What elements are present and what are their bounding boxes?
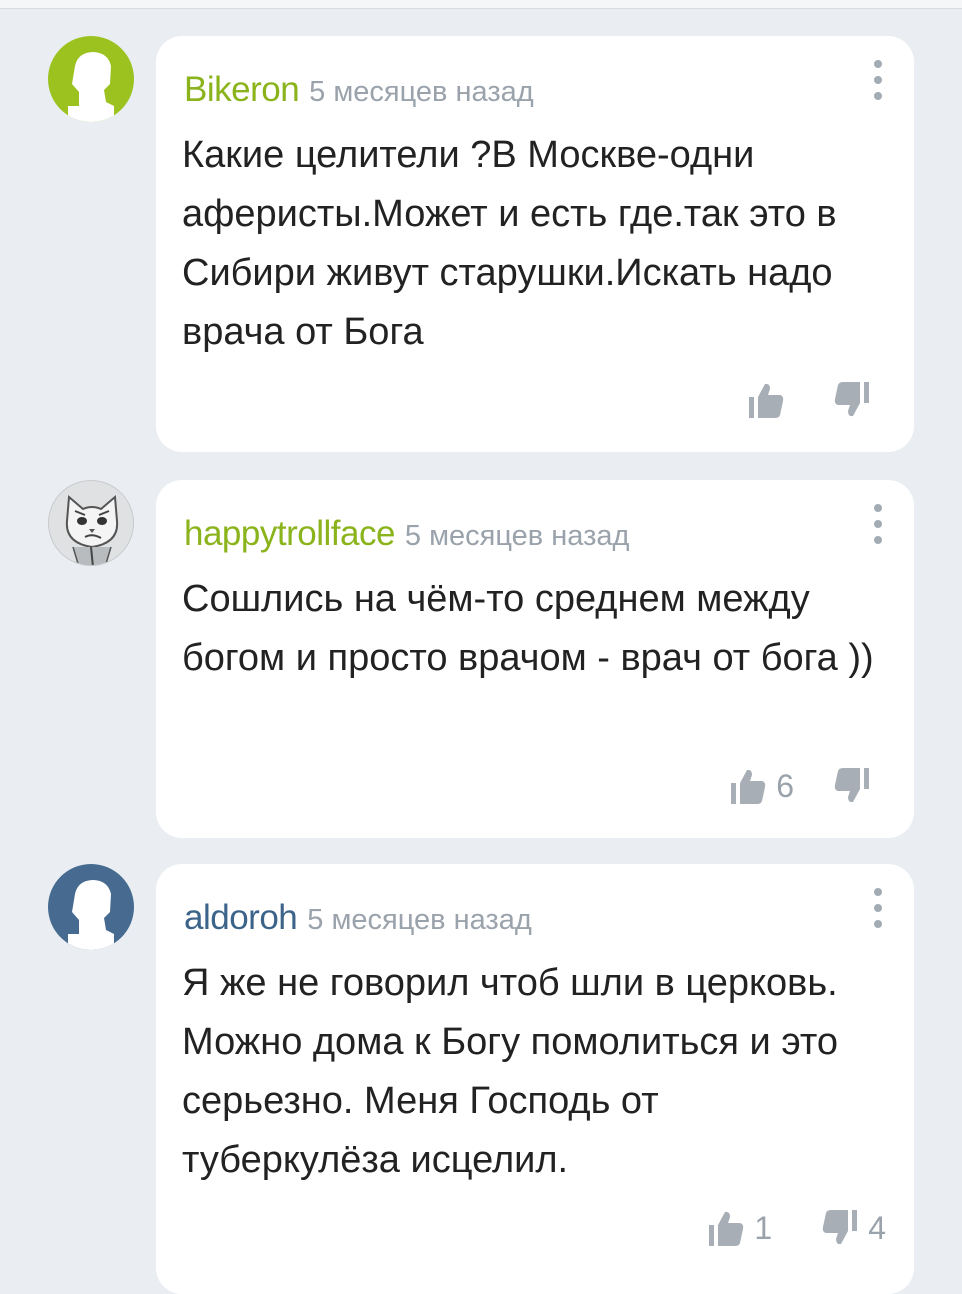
dislike-button[interactable] (832, 380, 880, 420)
like-button[interactable]: 6 (728, 766, 794, 806)
thumbs-up-icon (749, 383, 784, 418)
like-count: 1 (754, 1209, 773, 1246)
avatar[interactable] (48, 864, 134, 950)
comment-time: 5 месяцев назад (309, 76, 534, 108)
comment-text: Я же не говорил чтоб шли в церковь. Можн… (182, 962, 839, 1181)
dislike-button[interactable]: 4 (820, 1208, 886, 1248)
comment-time: 5 месяцев назад (404, 520, 630, 552)
like-count: 6 (776, 767, 794, 804)
comment-author[interactable]: Bikeron (184, 70, 300, 109)
comment-author[interactable]: aldoroh (184, 898, 298, 937)
thumbs-down-icon (834, 382, 869, 417)
user-silhouette-icon (68, 52, 114, 122)
cat-avatar-icon (65, 494, 119, 565)
dislike-button[interactable] (832, 766, 880, 806)
thumbs-down-icon (823, 1210, 858, 1245)
thumbs-up-icon (709, 1211, 744, 1246)
thumbs-down-icon (834, 768, 869, 803)
comment-card: aldoroh 5 месяцев назад Я же не говорил ч… (156, 864, 914, 1294)
user-silhouette-icon (68, 880, 114, 950)
comment-text: Сошлись на чём-то среднем между богом и … (182, 578, 874, 679)
more-options-icon[interactable] (870, 888, 886, 932)
thumbs-up-icon (731, 769, 766, 804)
comment-card: Bikeron 5 месяцев назад Какие целители ?В… (156, 36, 914, 452)
more-options-icon[interactable] (870, 504, 886, 548)
comment-card: happytrollface 5 месяцев назад Сошлись на… (156, 480, 914, 838)
more-options-icon[interactable] (870, 60, 886, 104)
like-button[interactable]: 1 (706, 1208, 772, 1248)
comment-time: 5 месяцев назад (307, 904, 532, 936)
comment-text: Какие целители ?В Москве-одни аферисты.М… (182, 134, 837, 353)
like-button[interactable] (746, 380, 794, 420)
avatar[interactable] (48, 480, 134, 566)
avatar[interactable] (48, 36, 134, 122)
top-divider (0, 0, 962, 9)
comment-author[interactable]: happytrollface (184, 514, 395, 553)
dislike-count: 4 (868, 1209, 886, 1246)
